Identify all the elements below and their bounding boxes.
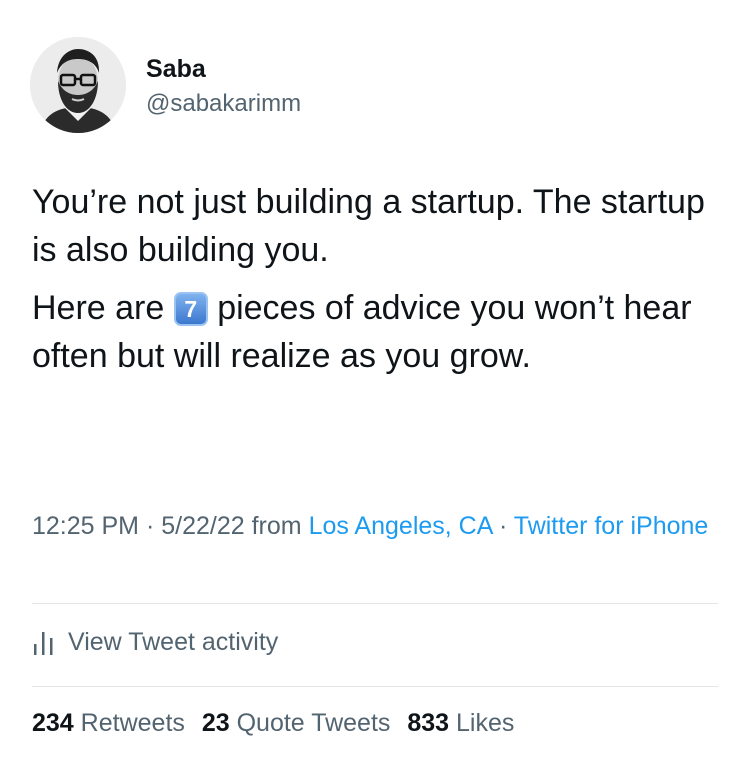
meta-from: from — [244, 512, 309, 540]
tweet-text: You’re not just building a startup. The … — [32, 178, 732, 380]
likes-count: 833 — [407, 709, 450, 737]
quote-tweets-stat[interactable]: 23 Quote Tweets — [202, 709, 391, 737]
bar-chart-icon — [34, 632, 53, 655]
tweet-paragraph-2-start: Here are — [32, 289, 165, 327]
engagement-stats: 234 Retweets 23 Quote Tweets 833 Likes — [32, 705, 514, 741]
location-link[interactable]: Los Angeles, CA — [309, 512, 492, 540]
avatar-illustration-icon — [30, 37, 126, 133]
retweets-count: 234 — [32, 709, 74, 737]
meta-separator: · — [139, 512, 162, 540]
divider — [32, 686, 718, 687]
retweets-stat[interactable]: 234 Retweets — [32, 709, 185, 737]
author-handle[interactable]: @sabakarimm — [146, 89, 301, 119]
view-activity-label: View Tweet activity — [68, 627, 279, 656]
avatar[interactable] — [30, 37, 126, 133]
quote-tweets-count: 23 — [201, 709, 230, 737]
quote-tweets-label: Quote Tweets — [236, 709, 391, 737]
tweet-time[interactable]: 12:25 PM — [32, 512, 139, 540]
retweets-label: Retweets — [80, 709, 185, 737]
source-link[interactable]: Twitter for iPhone — [514, 512, 709, 540]
tweet-paragraph-2: Here are 7 pieces of advice you won’t he… — [32, 284, 732, 380]
tweet-date[interactable]: 5/22/22 — [161, 512, 244, 540]
meta-separator: · — [492, 512, 514, 540]
tweet-meta: 12:25 PM · 5/22/22 from Los Angeles, CA … — [32, 507, 722, 545]
tweet-paragraph-1: You’re not just building a startup. The … — [32, 183, 705, 269]
likes-label: Likes — [456, 709, 515, 737]
author-display-name[interactable]: Saba — [146, 54, 206, 84]
divider — [32, 603, 718, 604]
view-activity-button[interactable]: View Tweet activity — [32, 624, 278, 660]
keycap-seven-icon: 7 — [173, 292, 208, 326]
likes-stat[interactable]: 833 Likes — [407, 709, 514, 737]
